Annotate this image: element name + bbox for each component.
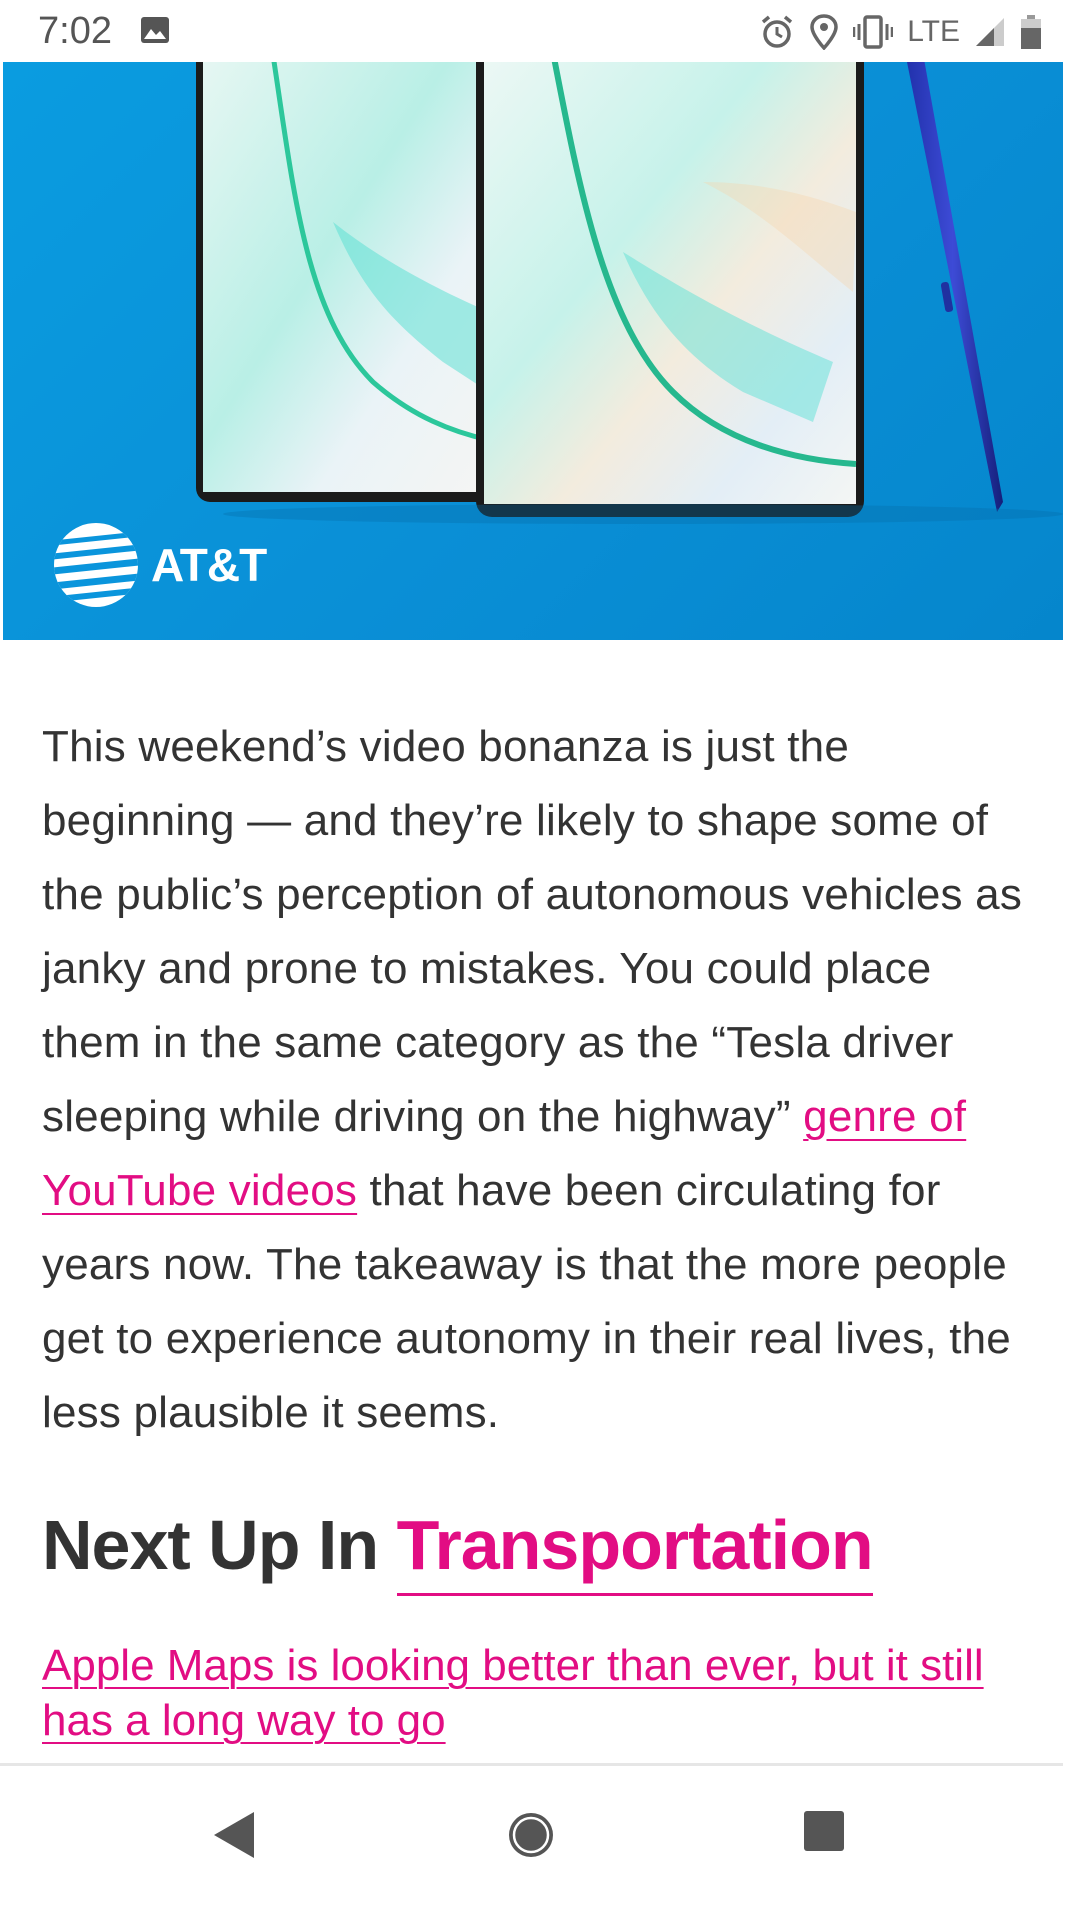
transportation-category-link[interactable]: Transportation	[396, 1503, 874, 1596]
article-body: This weekend’s video bonanza is just the…	[42, 710, 1032, 1450]
home-icon[interactable]	[506, 1810, 556, 1860]
signal-icon	[976, 18, 1004, 46]
back-icon[interactable]	[212, 1810, 256, 1860]
alarm-icon	[762, 15, 793, 48]
article-paragraph: This weekend’s video bonanza is just the…	[42, 710, 1032, 1450]
location-icon	[810, 14, 838, 50]
battery-icon	[1021, 15, 1041, 49]
att-logo: AT&T	[53, 522, 267, 608]
att-globe-icon	[54, 523, 138, 607]
next-up-heading: Next Up In Transportation	[42, 1500, 874, 1596]
network-type: LTE	[907, 15, 960, 48]
hero-ad-image[interactable]: AT&T	[3, 62, 1063, 640]
paragraph-text-before-link: This weekend’s video bonanza is just the…	[42, 722, 1023, 1141]
recents-icon[interactable]	[803, 1810, 845, 1852]
vibrate-icon	[853, 15, 894, 49]
system-navigation-bar	[0, 1766, 1080, 1920]
next-up-prefix: Next Up In	[42, 1506, 397, 1584]
status-bar: 7:02 LTE	[0, 0, 1080, 62]
next-article-link[interactable]: Apple Maps is looking better than ever, …	[42, 1638, 1032, 1748]
image-icon	[141, 17, 169, 43]
status-icons: LTE	[759, 10, 1042, 54]
att-brand-text: AT&T	[151, 539, 267, 591]
status-time: 7:02	[38, 10, 112, 52]
